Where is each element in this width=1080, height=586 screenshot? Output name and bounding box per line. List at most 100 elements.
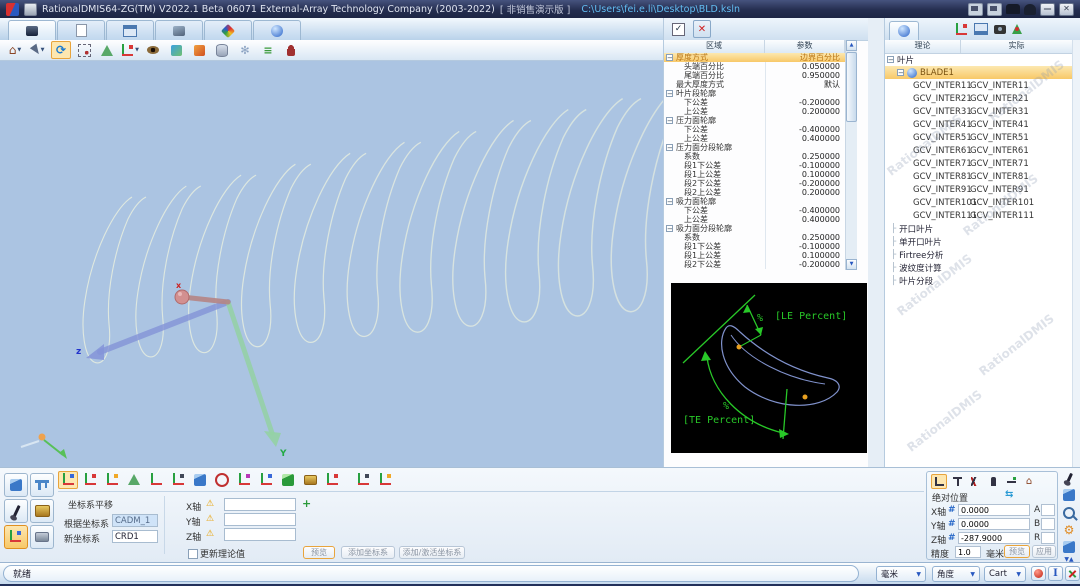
tree-extra-node[interactable]: ├ 单开口叶片 (885, 235, 1073, 248)
render-mode-button[interactable] (189, 41, 209, 59)
database-button[interactable] (212, 41, 232, 59)
pos-preview-button[interactable]: 预览 (1004, 545, 1030, 558)
tool-search-button[interactable] (1061, 505, 1077, 519)
tree-section-row[interactable]: GCV_INTER111 GCV_INTER111 (885, 209, 1073, 222)
probe-mode-button[interactable] (931, 474, 947, 489)
scroll-down-arrow[interactable]: ▼ (846, 259, 857, 270)
coordinate-view-button[interactable]: ▼ (120, 41, 140, 59)
refresh-view-button[interactable]: ⟳ (51, 41, 71, 59)
coordinate-system-button[interactable] (4, 525, 28, 549)
feature-list-button[interactable]: ≡ (258, 41, 278, 59)
tree-extra-node[interactable]: ├ 叶片分段 (885, 274, 1073, 287)
hash-icon[interactable]: # (948, 533, 956, 543)
from-coord-input[interactable] (112, 514, 158, 527)
tool-probe-button[interactable] (1061, 471, 1077, 485)
geometry-button[interactable] (278, 471, 298, 489)
expander-icon[interactable]: − (897, 69, 904, 76)
r-input[interactable] (1041, 532, 1055, 544)
tab-model[interactable] (204, 20, 252, 40)
scroll-up-arrow[interactable]: ▲ (846, 40, 857, 51)
tree-icon[interactable] (1012, 24, 1022, 34)
csys-iterative-button[interactable] (212, 471, 232, 489)
tool-cube-button[interactable] (1061, 488, 1077, 502)
tab-measure[interactable] (8, 20, 56, 40)
zoom-region-button[interactable] (74, 41, 94, 59)
swap-arrows-icon[interactable]: ⇆ (1005, 489, 1013, 500)
tab-report[interactable] (106, 20, 154, 40)
b-input[interactable] (1041, 518, 1055, 530)
clear-params-button[interactable]: ✕ (693, 20, 711, 38)
csys-translate-button[interactable] (58, 471, 78, 489)
cut-button[interactable] (1065, 566, 1080, 581)
pos-z-input[interactable] (958, 532, 1030, 544)
csys-rotate-button[interactable] (80, 471, 100, 489)
unit-combo[interactable]: 毫米▼ (876, 566, 926, 582)
tree-section-row[interactable]: GCV_INTER91 GCV_INTER91 (885, 183, 1073, 196)
add-activate-coord-button[interactable]: 添加/激活坐标系 (399, 546, 465, 559)
coord-mode-combo[interactable]: Cart▼ (984, 566, 1026, 582)
hash-icon[interactable]: # (948, 505, 956, 515)
hash-icon[interactable]: # (948, 519, 956, 529)
color-settings-button[interactable] (166, 41, 186, 59)
csys-swap-button[interactable] (102, 471, 122, 489)
viewport-3d[interactable]: z Y x (0, 61, 663, 467)
check-all-icon[interactable]: ✓ (672, 23, 685, 36)
param-row[interactable]: 段2下公差 -0.200000 (664, 260, 845, 269)
tree-extra-node[interactable]: ├ Firtree分析 (885, 248, 1073, 261)
joystick-button[interactable] (985, 474, 1001, 489)
csys-offset-button[interactable] (234, 471, 254, 489)
monitor-icon[interactable] (974, 23, 988, 35)
visibility-button[interactable] (143, 41, 163, 59)
csys-origin-button[interactable] (146, 471, 166, 489)
tab-view[interactable] (253, 20, 301, 40)
tree-section-row[interactable]: GCV_INTER101 GCV_INTER101 (885, 196, 1073, 209)
probe-button[interactable] (4, 499, 28, 523)
z-offset-input[interactable] (224, 528, 296, 541)
tree-root-node[interactable]: − 叶片 (885, 53, 1073, 66)
monitor-icon[interactable] (968, 3, 983, 16)
fit-model-button[interactable] (97, 41, 117, 59)
tree-section-row[interactable]: GCV_INTER71 GCV_INTER71 (885, 157, 1073, 170)
column-actual[interactable]: 实际 (961, 40, 1073, 53)
csys-cube-button[interactable] (190, 471, 210, 489)
tree-node-blade1[interactable]: − BLADE1 (885, 66, 1073, 79)
tree-scrollbar[interactable] (1072, 40, 1080, 467)
csys-bestfit-button[interactable] (124, 471, 144, 489)
point-cloud-button[interactable]: ✻ (235, 41, 255, 59)
monitor-record-icon[interactable] (987, 3, 1002, 16)
expander-icon[interactable]: − (887, 56, 894, 63)
tree-globe-tab[interactable] (889, 21, 919, 40)
home-position-button[interactable]: ⌂ (1021, 474, 1037, 489)
precision-input[interactable] (955, 546, 981, 558)
angle-combo[interactable]: 角度▼ (932, 566, 980, 582)
machine-setup-button[interactable] (30, 525, 54, 549)
fixture-align-button[interactable] (300, 471, 320, 489)
csys-machine-button[interactable] (256, 471, 276, 489)
y-offset-input[interactable] (224, 513, 296, 526)
record-button[interactable] (1031, 566, 1046, 581)
preview-button[interactable]: 预览 (303, 546, 335, 559)
tree-section-row[interactable]: GCV_INTER31 GCV_INTER31 (885, 105, 1073, 118)
fixture-button[interactable] (30, 499, 54, 523)
system-menu-icon[interactable] (24, 3, 37, 16)
add-axis-icon[interactable]: + (302, 497, 311, 510)
tree-extra-node[interactable]: ├ 波纹度计算 (885, 261, 1073, 274)
pos-apply-button[interactable]: 应用 (1032, 545, 1056, 558)
csys-measure-button[interactable] (353, 471, 373, 489)
pos-x-input[interactable] (958, 504, 1030, 516)
tree-extra-node[interactable]: ├ 开口叶片 (885, 222, 1073, 235)
x-offset-input[interactable] (224, 498, 296, 511)
target-align-button[interactable] (322, 471, 342, 489)
info-button[interactable]: I (1048, 566, 1063, 581)
home-view-button[interactable]: ⌂▼ (5, 41, 25, 59)
axes-icon[interactable] (955, 23, 968, 36)
probe-t-button[interactable] (949, 474, 965, 489)
camera-icon[interactable] (994, 25, 1006, 34)
tool-model-button[interactable] (1061, 540, 1077, 554)
new-coord-input[interactable] (112, 530, 158, 543)
a-input[interactable] (1041, 504, 1055, 516)
minimize-button[interactable]: — (1040, 3, 1055, 16)
select-cursor-button[interactable]: ▼ (28, 41, 48, 59)
close-button[interactable]: ✕ (1059, 3, 1074, 16)
caliper-button[interactable] (30, 473, 54, 497)
